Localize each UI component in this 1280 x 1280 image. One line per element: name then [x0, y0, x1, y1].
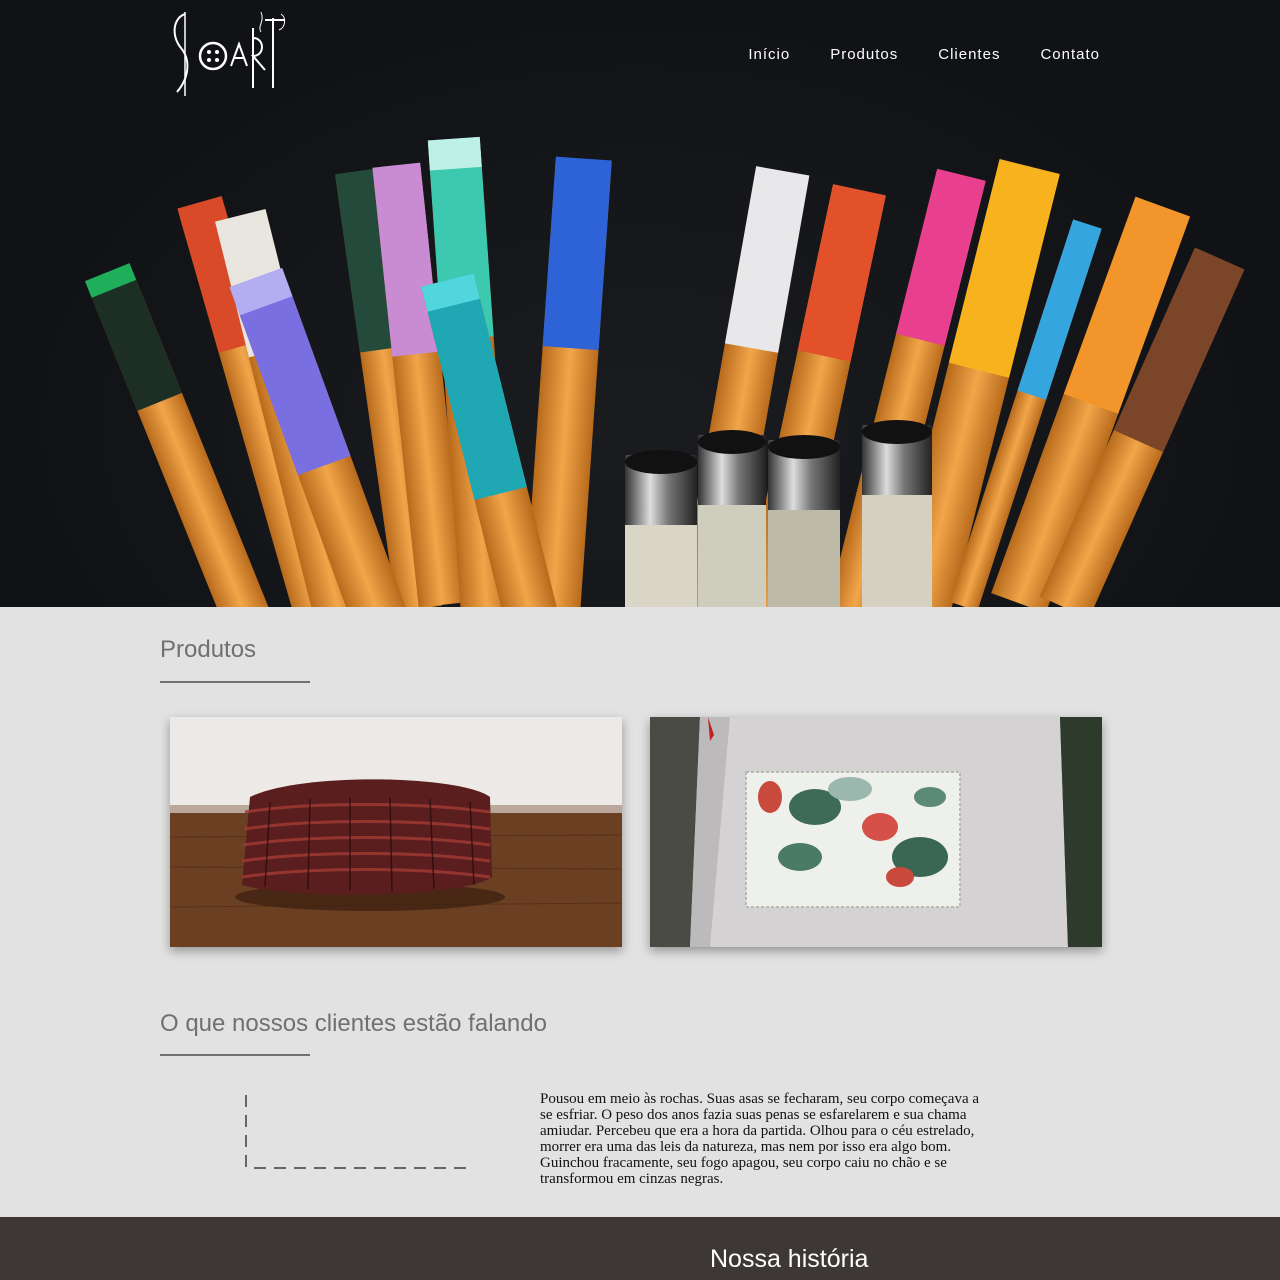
testimonials-heading-rule	[160, 1054, 310, 1056]
story-heading: Nossa história	[710, 1245, 869, 1273]
product-card-basket[interactable]	[170, 717, 622, 947]
hero-banner: Início Produtos Clientes Contato	[0, 0, 1280, 607]
quote-bracket-icon	[245, 1095, 466, 1169]
nav-clientes[interactable]: Clientes	[938, 46, 1000, 63]
main-nav: Início Produtos Clientes Contato	[748, 46, 1100, 63]
woven-basket-image	[170, 717, 622, 947]
floral-pocket-apron-image	[650, 717, 1102, 947]
testimonials-heading: O que nossos clientes estão falando	[160, 1010, 547, 1037]
products-heading-rule	[160, 681, 310, 683]
nav-produtos[interactable]: Produtos	[830, 46, 898, 63]
product-card-apron[interactable]	[650, 717, 1102, 947]
story-section: Nossa história	[0, 1217, 1280, 1280]
nav-contato[interactable]: Contato	[1040, 46, 1100, 63]
nav-inicio[interactable]: Início	[748, 46, 790, 63]
soart-logo[interactable]	[165, 8, 295, 100]
products-heading: Produtos	[160, 636, 257, 663]
testimonial-text: Pousou em meio às rochas. Suas asas se f…	[540, 1091, 980, 1187]
